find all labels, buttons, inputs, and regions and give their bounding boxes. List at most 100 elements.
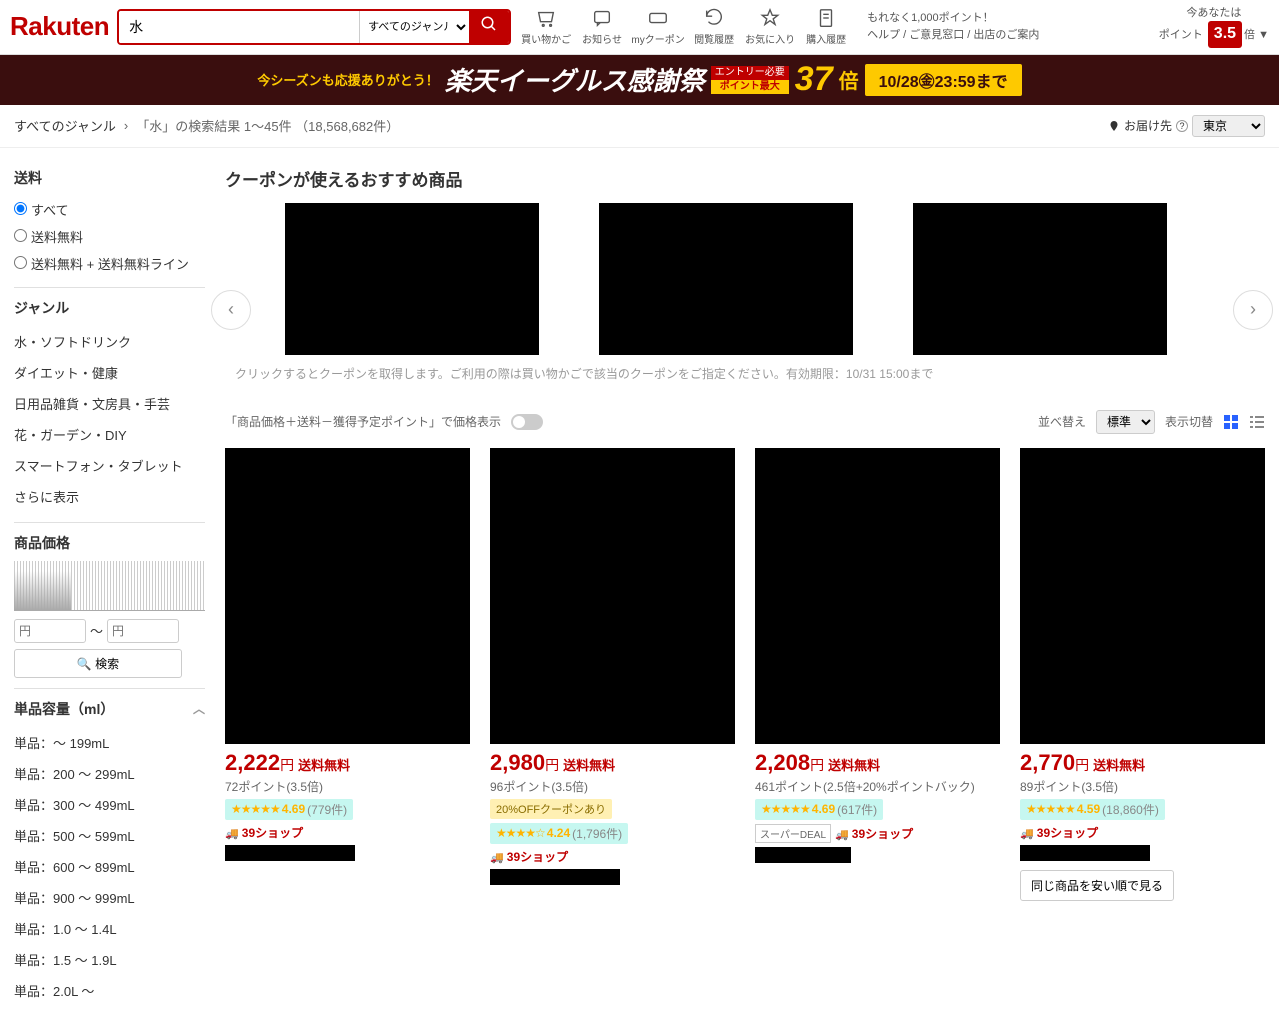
price-search-button[interactable]: 🔍 検索	[14, 649, 182, 678]
redacted-text	[490, 869, 620, 885]
favorite-link[interactable]: お気に入り	[743, 7, 797, 46]
product-points: 96ポイント(3.5倍)	[490, 778, 735, 795]
points-multiplier[interactable]: 今あなたは ポイント 3.5倍 ▼	[1159, 6, 1269, 48]
promo-banner[interactable]: 今シーズンも応援ありがとう！ 楽天イーグルス感謝祭 エントリー必要ポイント最大 …	[0, 55, 1279, 105]
product-rating[interactable]: ★★★★★4.69(779件)	[225, 799, 353, 820]
star-icon: ★★★★☆	[496, 826, 545, 840]
header-help-text[interactable]: もれなく1,000ポイント！ヘルプ / ご意見窓口 / 出店のご案内	[867, 10, 1039, 43]
star-icon: ★★★★★	[761, 802, 810, 816]
super-deal-badge: スーパーDEAL	[755, 824, 831, 843]
coupon-icon	[647, 7, 669, 29]
shop-39-badge: 39ショップ	[1020, 824, 1265, 841]
vol-link[interactable]: 単品：〜 199mL	[14, 727, 205, 758]
vol-link[interactable]: 単品：600 〜 899mL	[14, 851, 205, 882]
product-points: 461ポイント(2.5倍+20%ポイントバック)	[755, 778, 1000, 795]
vol-link[interactable]: 単品：900 〜 999mL	[14, 882, 205, 913]
banner-pretext: 今シーズンも応援ありがとう！	[257, 70, 438, 89]
redacted-text	[1020, 845, 1150, 861]
vol-link[interactable]: 単品：300 〜 499mL	[14, 789, 205, 820]
grid-view-icon[interactable]	[1223, 414, 1239, 430]
product-card[interactable]: 2,208円送料無料 461ポイント(2.5倍+20%ポイントバック) ★★★★…	[755, 448, 1000, 901]
genre-link[interactable]: 日用品雑貨・文房具・手芸	[14, 388, 205, 419]
compare-price-button[interactable]: 同じ商品を安い順で見る	[1020, 870, 1174, 901]
price-mode-toggle[interactable]	[511, 414, 543, 430]
region-select[interactable]: 東京	[1192, 115, 1265, 137]
vol-link[interactable]: 単品：2.0L 〜	[14, 975, 205, 1006]
banner-title: 楽天イーグルス感謝祭	[445, 61, 705, 98]
history-link[interactable]: 閲覧履歴	[687, 7, 741, 46]
product-rating[interactable]: ★★★★☆4.24(1,796件)	[490, 823, 628, 844]
breadcrumb-root[interactable]: すべてのジャンル	[14, 116, 116, 135]
notice-link[interactable]: お知らせ	[575, 7, 629, 46]
genre-link[interactable]: 水・ソフトドリンク	[14, 326, 205, 357]
breadcrumb-bar: すべてのジャンル › 「水」の検索結果 1〜45件 （18,568,682件） …	[0, 105, 1279, 148]
product-price: 2,208円	[755, 750, 824, 775]
filter-price: 商品価格 〜 🔍 検索	[14, 523, 205, 689]
search-genre-select[interactable]: すべてのジャンル	[359, 11, 469, 43]
history-icon	[703, 7, 725, 29]
search-input[interactable]	[119, 11, 359, 43]
breadcrumb-result: 「水」の検索結果 1〜45件 （18,568,682件）	[136, 116, 399, 135]
ship-opt-free[interactable]: 送料無料	[14, 223, 205, 250]
help-icon[interactable]: ?	[1176, 120, 1188, 132]
product-rating[interactable]: ★★★★★4.69(617件)	[755, 799, 883, 820]
coupon-badge: 20%OFFクーポンあり	[490, 799, 612, 819]
price-min-input[interactable]	[14, 619, 86, 643]
genre-more[interactable]: さらに表示	[14, 481, 205, 512]
genre-link[interactable]: 花・ガーデン・DIY	[14, 419, 205, 450]
filter-shipping: 送料 すべて 送料無料 送料無料 + 送料無料ライン	[14, 158, 205, 288]
star-icon: ★★★★★	[1026, 802, 1075, 816]
genre-link[interactable]: スマートフォン・タブレット	[14, 450, 205, 481]
carousel-prev-button[interactable]: ‹	[211, 290, 251, 330]
filter-price-heading: 商品価格	[14, 533, 205, 553]
filter-genre: ジャンル 水・ソフトドリンク ダイエット・健康 日用品雑貨・文房具・手芸 花・ガ…	[14, 288, 205, 523]
product-card[interactable]: 2,222円送料無料 72ポイント(3.5倍) ★★★★★4.69(779件) …	[225, 448, 470, 901]
chevron-up-icon: ︿	[193, 700, 205, 717]
purchase-link[interactable]: 購入履歴	[799, 7, 853, 46]
coupon-item[interactable]	[599, 203, 853, 355]
comment-icon	[591, 7, 613, 29]
star-icon	[759, 7, 781, 29]
list-view-icon[interactable]	[1249, 414, 1265, 430]
cart-icon	[535, 7, 557, 29]
coupon-link[interactable]: myクーポン	[631, 7, 685, 46]
product-image[interactable]	[225, 448, 470, 744]
coupon-item[interactable]	[913, 203, 1167, 355]
sort-select[interactable]: 標準	[1096, 410, 1155, 434]
carousel-next-button[interactable]: ›	[1233, 290, 1273, 330]
vol-link[interactable]: 単品：500 〜 599mL	[14, 820, 205, 851]
rakuten-logo[interactable]: Rakuten	[10, 11, 109, 42]
price-histogram[interactable]	[14, 561, 205, 611]
cart-link[interactable]: 買い物かご	[519, 7, 573, 46]
document-icon	[815, 7, 837, 29]
view-label: 表示切替	[1165, 413, 1213, 430]
breadcrumb-sep: ›	[124, 118, 128, 133]
coupon-item[interactable]	[285, 203, 539, 355]
genre-link[interactable]: ダイエット・健康	[14, 357, 205, 388]
deliver-label: お届け先	[1124, 117, 1172, 134]
search-button[interactable]	[469, 11, 509, 43]
product-image[interactable]	[490, 448, 735, 744]
product-image[interactable]	[1020, 448, 1265, 744]
vol-link[interactable]: 単品：1.5 〜 1.9L	[14, 944, 205, 975]
header: Rakuten すべてのジャンル 買い物かご お知らせ myクーポン 閲覧履歴 …	[0, 0, 1279, 55]
product-rating[interactable]: ★★★★★4.59(18,860件)	[1020, 799, 1165, 820]
price-mode-label: 「商品価格＋送料－獲得予定ポイント」で価格表示	[225, 413, 501, 430]
coupon-carousel	[225, 203, 1265, 355]
banner-deadline: 10/28㊎23:59まで	[865, 64, 1022, 96]
free-shipping-badge: 送料無料	[298, 758, 350, 773]
vol-link[interactable]: 単品：1.0 〜 1.4L	[14, 913, 205, 944]
ship-opt-all[interactable]: すべて	[14, 196, 205, 223]
shop-39-badge: 39ショップ	[835, 827, 913, 841]
product-price: 2,222円	[225, 750, 294, 775]
filter-volume-heading[interactable]: 単品容量（ml）︿	[14, 699, 205, 719]
price-max-input[interactable]	[107, 619, 179, 643]
sort-label: 並べ替え	[1038, 413, 1086, 430]
sidebar: 送料 すべて 送料無料 送料無料 + 送料無料ライン ジャンル 水・ソフトドリン…	[0, 148, 205, 1016]
vol-link[interactable]: 単品：200 〜 299mL	[14, 758, 205, 789]
product-card[interactable]: 2,980円送料無料 96ポイント(3.5倍) 20%OFFクーポンあり ★★★…	[490, 448, 735, 901]
ship-opt-freeline[interactable]: 送料無料 + 送料無料ライン	[14, 250, 205, 277]
product-image[interactable]	[755, 448, 1000, 744]
redacted-text	[225, 845, 355, 861]
product-card[interactable]: 2,770円送料無料 89ポイント(3.5倍) ★★★★★4.59(18,860…	[1020, 448, 1265, 901]
